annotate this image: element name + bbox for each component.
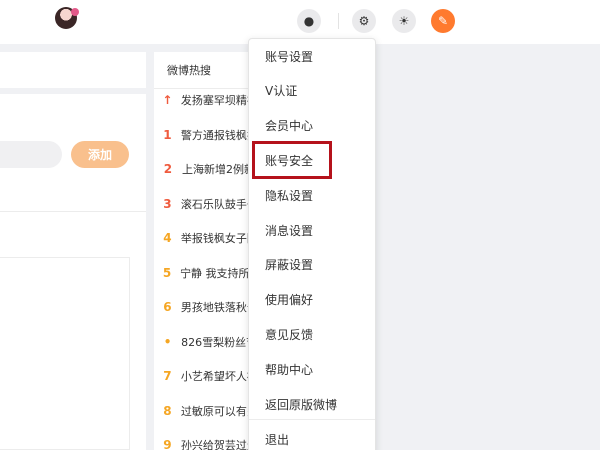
hot-search-rank: 9 xyxy=(163,438,172,450)
hot-search-text: 滚石乐队鼓手去 xyxy=(180,197,250,211)
hot-search-rank: 3 xyxy=(163,196,172,211)
panel-divider xyxy=(0,211,146,212)
hot-search-rank: 8 xyxy=(163,403,172,418)
hot-search-text: 举报钱枫女子回 xyxy=(180,232,250,245)
menu-item-account-settings[interactable]: 账号设置 xyxy=(249,43,375,69)
hot-search-item[interactable]: 8 过敏原可以有多 xyxy=(154,401,250,421)
menu-divider xyxy=(249,419,375,420)
hot-search-item[interactable]: 6 男孩地铁落秋千 xyxy=(154,297,250,317)
content-card xyxy=(0,257,130,450)
toolbar-separator xyxy=(338,13,339,29)
hot-search-rank: 5 xyxy=(162,265,172,280)
hot-search-item[interactable]: 4 举报钱枫女子回 xyxy=(154,228,250,248)
avatar[interactable] xyxy=(55,7,79,29)
hot-search-title: 微博热搜 xyxy=(167,64,211,77)
hot-search-rank: ↑ xyxy=(162,93,173,107)
menu-item-v-verification[interactable]: V认证 xyxy=(249,78,375,104)
hot-search-divider xyxy=(154,88,250,89)
hot-search-rank: 7 xyxy=(163,369,172,383)
menu-item-feedback[interactable]: 意见反馈 xyxy=(249,321,375,347)
hot-search-item[interactable]: 2 上海新增2例新 xyxy=(154,159,250,179)
menu-item-return-classic-weibo[interactable]: 返回原版微博 xyxy=(249,391,375,417)
hot-search-rank: 1 xyxy=(163,127,172,142)
menu-item-block-settings[interactable]: 屏蔽设置 xyxy=(249,252,375,278)
hot-search-text: 小艺希望坏人被 xyxy=(180,370,250,383)
message-bubble-icon[interactable]: ● xyxy=(297,9,321,33)
hot-search-text: 宁静 我支持所有 xyxy=(180,266,250,280)
settings-dropdown-menu: 账号设置 V认证会员中心账号安全隐私设置消息设置屏蔽设置使用偏好意见反馈帮助中心返… xyxy=(248,38,376,450)
menu-item-message-settings[interactable]: 消息设置 xyxy=(249,217,375,243)
hot-search-text: 发扬塞罕坝精神 xyxy=(180,94,250,107)
menu-item-member-center[interactable]: 会员中心 xyxy=(249,113,375,139)
menu-item-logout[interactable]: 退出 xyxy=(249,426,375,450)
add-button[interactable]: 添加 xyxy=(71,141,129,168)
menu-item-usage-preferences[interactable]: 使用偏好 xyxy=(249,287,375,313)
hot-search-item[interactable]: 7 小艺希望坏人被 xyxy=(154,366,250,386)
hot-search-item[interactable]: ↑ 发扬塞罕坝精神 xyxy=(154,90,250,110)
hot-search-rank: • xyxy=(163,334,172,349)
hot-search-rank: 6 xyxy=(163,300,172,314)
hot-search-rank: 2 xyxy=(163,162,173,176)
hot-search-item[interactable]: 9 孙兴给贺芸过生 xyxy=(154,435,250,450)
hot-search-text: 上海新增2例新 xyxy=(181,163,250,176)
hot-search-item[interactable]: 1 警方通报钱枫插 xyxy=(154,125,250,145)
menu-item-account-security[interactable]: 账号安全 xyxy=(249,147,375,173)
hot-search-panel: 微博热搜 ↑ 发扬塞罕坝精神 1 警方通报钱枫插 2 上海新增2例新 3 滚石乐队鼓手去 4 举报… xyxy=(154,52,250,450)
compose-icon[interactable]: ✎ xyxy=(431,9,455,33)
hot-search-text: 826雪梨粉丝节 xyxy=(181,335,250,349)
sun-icon[interactable]: ☀ xyxy=(392,9,416,33)
hot-search-item[interactable]: 5 宁静 我支持所有 xyxy=(154,263,250,283)
hot-search-text: 孙兴给贺芸过生 xyxy=(180,439,250,450)
hot-search-text: 男孩地铁落秋千 xyxy=(180,301,250,314)
hot-search-rank: 4 xyxy=(163,231,172,245)
group-name-input[interactable] xyxy=(0,141,62,168)
hot-search-text: 警方通报钱枫插 xyxy=(180,128,250,142)
left-panel-top xyxy=(0,52,146,88)
hot-search-item[interactable]: • 826雪梨粉丝节 xyxy=(154,332,250,352)
hot-search-text: 过敏原可以有多 xyxy=(180,404,250,418)
hot-search-item[interactable]: 3 滚石乐队鼓手去 xyxy=(154,194,250,214)
gear-icon[interactable]: ⚙ xyxy=(352,9,376,33)
menu-item-help-center[interactable]: 帮助中心 xyxy=(249,356,375,382)
menu-item-privacy-settings[interactable]: 隐私设置 xyxy=(249,182,375,208)
